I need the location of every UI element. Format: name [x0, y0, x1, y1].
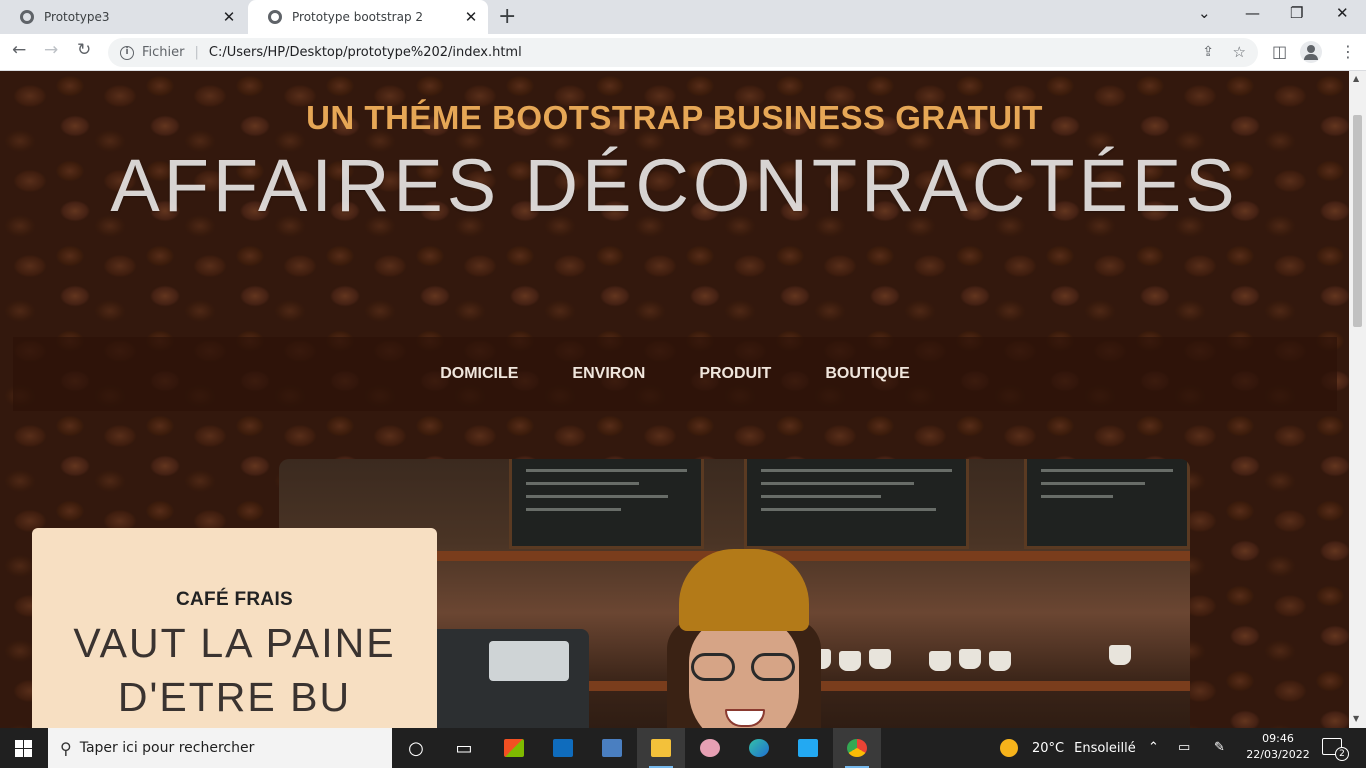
globe-icon	[268, 10, 282, 24]
cup	[959, 649, 981, 669]
close-window-button[interactable]: ✕	[1336, 4, 1349, 22]
battery-icon[interactable]: ▭	[1178, 740, 1190, 755]
tab-prototype-bootstrap-2[interactable]: Prototype bootstrap 2 ✕	[248, 0, 488, 34]
site-title: AFFAIRES DÉCONTRACTÉES	[110, 144, 1239, 227]
minimize-button[interactable]: —	[1245, 4, 1260, 22]
chevron-up-icon[interactable]: ⌃	[1148, 740, 1159, 755]
cup	[929, 651, 951, 671]
tab-title: Prototype3	[44, 10, 110, 24]
close-tab-icon[interactable]: ✕	[460, 8, 482, 26]
card-headline-line1: VAUT LA PAINE	[73, 620, 396, 666]
weather-widget[interactable]: 20°C Ensoleillé	[1000, 728, 1136, 768]
windows-taskbar: ⚲ Taper ici pour rechercher ○ ▭ 20°C Ens…	[0, 728, 1366, 768]
url-text[interactable]: C:/Users/HP/Desktop/prototype%202/index.…	[209, 45, 522, 60]
tab-prototype3[interactable]: Prototype3 ✕	[0, 0, 246, 34]
scroll-down-arrow-icon[interactable]: ▼	[1353, 714, 1359, 723]
reload-icon[interactable]: ↻	[77, 40, 91, 60]
cup	[989, 651, 1011, 671]
restore-button[interactable]: ❐	[1290, 4, 1303, 22]
tab-title: Prototype bootstrap 2	[292, 10, 424, 24]
weather-temp: 20°C	[1032, 740, 1065, 756]
espresso-machine	[429, 629, 589, 728]
card-headline: VAUT LA PAINE D'ETRE BU	[32, 616, 437, 724]
paint-icon[interactable]	[686, 728, 734, 768]
vscode-icon[interactable]	[784, 728, 832, 768]
nav-link-environ[interactable]: ENVIRON	[572, 365, 645, 383]
site-subtitle: UN THÉME BOOTSTRAP BUSINESS GRATUIT	[306, 99, 1043, 136]
card-headline-line2: D'ETRE BU	[117, 674, 352, 720]
address-separator: |	[194, 45, 199, 60]
tab-search-chevron-icon[interactable]: ⌄	[1198, 4, 1211, 22]
smiling-woman	[639, 549, 839, 728]
close-tab-icon[interactable]: ✕	[218, 8, 240, 26]
windows-start-icon[interactable]	[0, 728, 48, 768]
sun-icon	[1000, 739, 1018, 757]
clock-date: 22/03/2022	[1246, 748, 1310, 761]
weather-condition: Ensoleillé	[1074, 740, 1136, 756]
scrollbar-thumb[interactable]	[1353, 115, 1362, 327]
menu-board	[1024, 459, 1190, 549]
info-icon[interactable]: i	[120, 45, 134, 60]
address-toolbar: ← → ↻ i Fichier | C:/Users/HP/Desktop/pr…	[0, 34, 1366, 71]
cup	[869, 649, 891, 669]
card-kicker: CAFÉ FRAIS	[176, 589, 293, 610]
menu-kebab-icon[interactable]: ⋮	[1340, 42, 1356, 61]
microsoft-store-icon[interactable]	[490, 728, 538, 768]
page-viewport: UN THÉME BOOTSTRAP BUSINESS GRATUIT AFFA…	[0, 71, 1366, 728]
cup	[1109, 645, 1131, 665]
back-arrow-icon[interactable]: ←	[12, 40, 26, 60]
forward-arrow-icon[interactable]: →	[44, 40, 58, 60]
browser-tab-bar: Prototype3 ✕ Prototype bootstrap 2 ✕ + ⌄…	[0, 0, 1366, 34]
remote-desktop-icon[interactable]	[588, 728, 636, 768]
bookmark-star-icon[interactable]: ☆	[1233, 43, 1246, 61]
taskbar-search-box[interactable]: ⚲ Taper ici pour rechercher	[48, 728, 392, 768]
menu-board	[744, 459, 969, 549]
notification-center-icon[interactable]: 2	[1322, 738, 1349, 761]
edge-icon[interactable]	[735, 728, 783, 768]
cup	[839, 651, 861, 671]
search-placeholder: Taper ici pour rechercher	[79, 740, 255, 756]
main-nav: DOMICILE ENVIRON PRODUIT BOUTIQUE	[13, 337, 1337, 411]
globe-icon	[20, 10, 34, 24]
clock-time: 09:46	[1262, 732, 1294, 745]
system-clock[interactable]: 09:46 22/03/2022	[1240, 731, 1316, 763]
side-panel-icon[interactable]: ◫	[1272, 42, 1287, 61]
mail-icon[interactable]	[539, 728, 587, 768]
nav-link-produit[interactable]: PRODUIT	[699, 365, 771, 383]
scheme-label: Fichier	[142, 45, 185, 60]
cortana-icon[interactable]: ○	[392, 728, 440, 768]
nav-link-boutique[interactable]: BOUTIQUE	[825, 365, 909, 383]
menu-board	[509, 459, 704, 549]
task-view-icon[interactable]: ▭	[440, 728, 488, 768]
file-explorer-icon[interactable]	[637, 728, 685, 768]
notification-count: 2	[1335, 747, 1349, 761]
chrome-icon[interactable]	[833, 728, 881, 768]
search-icon: ⚲	[60, 738, 72, 758]
scroll-up-arrow-icon[interactable]: ▲	[1353, 74, 1359, 83]
vertical-scrollbar[interactable]: ▲ ▼	[1349, 71, 1366, 728]
profile-avatar-icon[interactable]	[1300, 41, 1322, 63]
nav-link-domicile[interactable]: DOMICILE	[440, 365, 518, 383]
intro-card: CAFÉ FRAIS VAUT LA PAINE D'ETRE BU	[32, 528, 437, 728]
omnibox[interactable]: i Fichier | C:/Users/HP/Desktop/prototyp…	[108, 38, 1258, 67]
new-tab-button[interactable]: +	[498, 4, 516, 29]
pen-icon[interactable]: ✎	[1214, 740, 1225, 755]
share-icon[interactable]: ⇪	[1202, 44, 1214, 60]
